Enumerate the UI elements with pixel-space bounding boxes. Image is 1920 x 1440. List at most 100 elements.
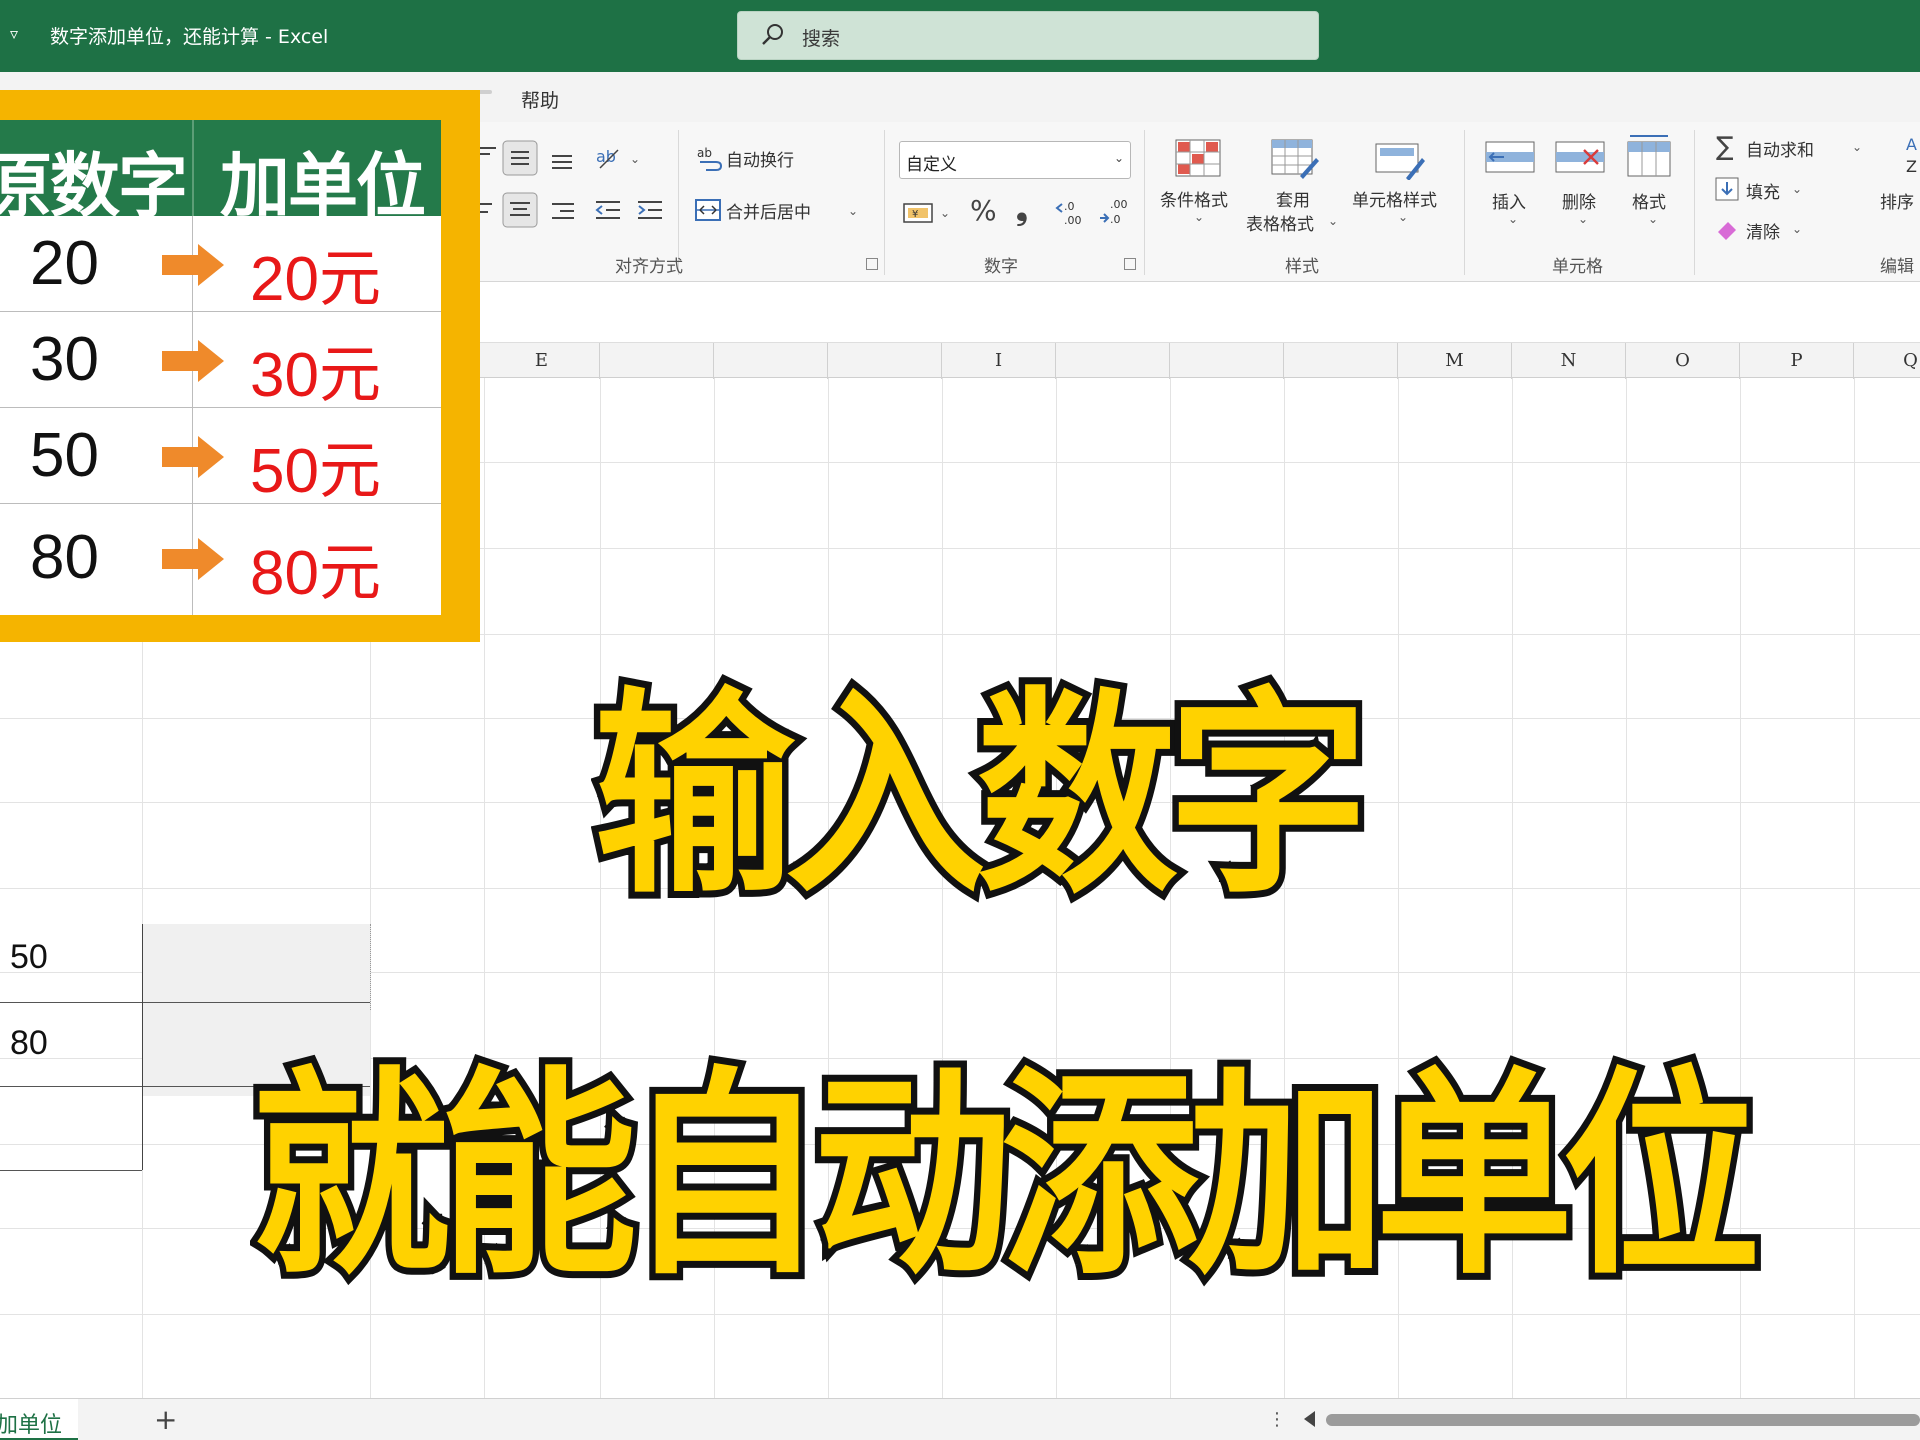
title-bar: ▿ 数字添加单位，还能计算 - Excel 搜索: [0, 0, 1920, 72]
percent-style-button[interactable]: %: [970, 194, 997, 227]
format-table-dropdown-icon[interactable]: ⌄: [1328, 214, 1338, 228]
autosum-dropdown-icon[interactable]: ⌄: [1852, 140, 1862, 154]
svg-text:.00: .00: [1110, 198, 1128, 211]
column-header-j[interactable]: [1056, 343, 1170, 379]
merge-center-icon[interactable]: [694, 196, 722, 224]
align-middle-icon[interactable]: [502, 140, 538, 176]
svg-text:.0: .0: [1064, 200, 1075, 213]
column-header-f[interactable]: [600, 343, 714, 379]
fill-button[interactable]: 填充: [1746, 178, 1780, 203]
accounting-format-icon[interactable]: ¥: [902, 198, 936, 226]
number-launcher-icon[interactable]: [1124, 258, 1136, 270]
clear-eraser-icon[interactable]: [1714, 216, 1740, 242]
orientation-icon[interactable]: ab: [594, 144, 624, 172]
svg-text:Z: Z: [1906, 157, 1917, 176]
delete-button[interactable]: 删除: [1562, 188, 1596, 213]
delete-dropdown-icon[interactable]: ⌄: [1578, 212, 1588, 226]
autosum-button[interactable]: 自动求和: [1746, 136, 1814, 161]
sheet-tab-active[interactable]: 加单位: [0, 1399, 78, 1440]
format-cells-icon[interactable]: [1624, 132, 1674, 180]
increase-indent-icon[interactable]: [634, 196, 666, 226]
scroll-left-icon[interactable]: [1304, 1411, 1315, 1427]
example-number: 80: [30, 523, 99, 592]
conditional-format-icon[interactable]: [1174, 138, 1222, 180]
cell-styles-button[interactable]: 单元格样式: [1352, 186, 1437, 211]
more-options-icon[interactable]: ⋮: [1268, 1409, 1286, 1430]
format-button[interactable]: 格式: [1632, 188, 1666, 213]
caption-line-2: 就能自动添加单位: [246, 1041, 1767, 1311]
sort-filter-button[interactable]: 排序: [1880, 188, 1914, 213]
increase-decimal-icon[interactable]: .0 .00: [1054, 196, 1086, 228]
merge-center-button[interactable]: 合并后居中: [726, 198, 811, 223]
conditional-format-button[interactable]: 条件格式: [1160, 186, 1228, 211]
sort-filter-icon[interactable]: A Z: [1902, 132, 1920, 180]
alignment-launcher-icon[interactable]: [866, 258, 878, 270]
styles-group-label: 样式: [1285, 257, 1319, 277]
format-as-table-line1[interactable]: 套用: [1276, 186, 1310, 211]
autosum-icon[interactable]: ∑: [1716, 132, 1734, 162]
fill-dropdown-icon[interactable]: ⌄: [1792, 182, 1802, 196]
quick-access-dropdown-icon[interactable]: ▿: [10, 24, 18, 43]
column-header-n[interactable]: N: [1512, 343, 1626, 379]
tab-help[interactable]: 帮助: [521, 86, 559, 113]
column-header-m[interactable]: M: [1398, 343, 1512, 379]
search-box[interactable]: 搜索: [737, 11, 1319, 60]
cell-border: [0, 1170, 142, 1171]
number-format-select[interactable]: 自定义 ⌄: [899, 141, 1131, 179]
number-group-label: 数字: [984, 257, 1018, 277]
column-header-l[interactable]: [1284, 343, 1398, 379]
wrap-text-button[interactable]: 自动换行: [726, 146, 794, 171]
column-header-i[interactable]: I: [942, 343, 1056, 379]
alignment-group-label: 对齐方式: [615, 257, 683, 277]
format-as-table-icon[interactable]: [1270, 138, 1320, 180]
column-header-h[interactable]: [828, 343, 942, 379]
align-right-icon[interactable]: [548, 196, 578, 226]
orientation-dropdown-icon[interactable]: ⌄: [630, 152, 640, 166]
editing-group-label: 编辑: [1880, 257, 1914, 277]
insert-dropdown-icon[interactable]: ⌄: [1508, 212, 1518, 226]
column-header-e[interactable]: E: [484, 343, 600, 379]
decrease-indent-icon[interactable]: [592, 196, 624, 226]
delete-cells-icon[interactable]: [1554, 136, 1606, 180]
example-number: 50: [30, 421, 99, 490]
cell-styles-icon[interactable]: [1374, 138, 1426, 180]
cell-styles-dropdown-icon[interactable]: ⌄: [1398, 210, 1408, 224]
clear-dropdown-icon[interactable]: ⌄: [1792, 222, 1802, 236]
arrow-right-icon: [162, 244, 224, 286]
align-center-icon[interactable]: [502, 192, 538, 228]
format-dropdown-icon[interactable]: ⌄: [1648, 212, 1658, 226]
insert-button[interactable]: 插入: [1492, 188, 1526, 213]
ribbon-separator: [884, 130, 885, 275]
svg-text:.0: .0: [1110, 213, 1121, 226]
accounting-dropdown-icon[interactable]: ⌄: [940, 206, 950, 220]
example-table-header: 原数字 加单位: [0, 120, 441, 227]
conditional-dropdown-icon[interactable]: ⌄: [1194, 210, 1204, 224]
cell-a-value[interactable]: 50: [10, 938, 48, 977]
example-table-overlay: 原数字 加单位 20 20元 30 30元 50 50元 80 80元: [0, 90, 480, 642]
column-header-g[interactable]: [714, 343, 828, 379]
cell-a-value[interactable]: 80: [10, 1024, 48, 1063]
insert-cells-icon[interactable]: [1484, 136, 1536, 180]
wrap-text-icon[interactable]: ab: [696, 144, 724, 172]
decrease-decimal-icon[interactable]: .00 .0: [1098, 196, 1130, 228]
column-header-k[interactable]: [1170, 343, 1284, 379]
column-header-p[interactable]: P: [1740, 343, 1854, 379]
fill-icon[interactable]: [1714, 176, 1740, 202]
column-header-o[interactable]: O: [1626, 343, 1740, 379]
format-as-table-line2[interactable]: 表格格式: [1246, 210, 1314, 235]
column-header-q[interactable]: Q: [1854, 343, 1920, 379]
svg-text:A: A: [1906, 135, 1917, 154]
svg-text:¥: ¥: [912, 209, 918, 220]
cells-group-label: 单元格: [1552, 257, 1603, 277]
clear-button[interactable]: 清除: [1746, 218, 1780, 243]
merge-dropdown-icon[interactable]: ⌄: [848, 204, 858, 218]
horizontal-scrollbar[interactable]: [1326, 1414, 1920, 1426]
example-number: 30: [30, 325, 99, 394]
align-bottom-icon[interactable]: [548, 144, 578, 174]
example-result: 80元: [250, 539, 381, 608]
add-sheet-button[interactable]: +: [154, 1403, 177, 1436]
chevron-down-icon: ⌄: [1113, 151, 1124, 165]
comma-style-button[interactable]: ❟: [1016, 192, 1028, 227]
sheet-tab-label: 加单位: [0, 1413, 63, 1438]
example-number: 20: [30, 229, 99, 298]
